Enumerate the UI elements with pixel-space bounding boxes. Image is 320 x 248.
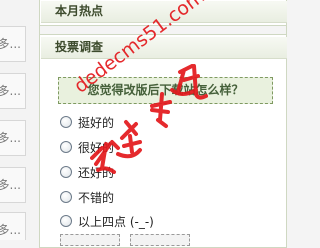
poll-option[interactable]: 还好的 bbox=[60, 163, 114, 181]
view-results-button[interactable] bbox=[130, 234, 190, 246]
poll-option-label: 以上四点 (-_-) bbox=[78, 214, 154, 229]
left-column: 多... 多... 多... 多... 多... bbox=[0, 0, 30, 240]
poll-option[interactable]: 不错的 bbox=[60, 188, 114, 206]
section-title-vote: 投票调查 bbox=[41, 37, 287, 59]
poll-option-label: 挺好的 bbox=[78, 115, 115, 130]
poll-option[interactable]: 以上四点 (-_-) bbox=[60, 212, 154, 230]
poll-buttons bbox=[60, 234, 190, 246]
poll-option[interactable]: 挺好的 bbox=[60, 113, 114, 131]
left-list-item[interactable]: 多... bbox=[0, 120, 26, 156]
radio-button[interactable] bbox=[60, 116, 72, 128]
radio-button[interactable] bbox=[60, 166, 72, 178]
left-list-item[interactable]: 多... bbox=[0, 73, 26, 109]
poll-option-label: 还好的 bbox=[78, 165, 115, 180]
radio-button[interactable] bbox=[60, 215, 72, 227]
radio-button[interactable] bbox=[60, 141, 72, 153]
poll-option-label: 不错的 bbox=[78, 190, 115, 205]
section-divider bbox=[40, 25, 286, 35]
left-list-item[interactable]: 多... bbox=[0, 167, 26, 203]
submit-button[interactable] bbox=[60, 234, 120, 246]
left-list-item[interactable]: 多... bbox=[0, 212, 26, 240]
radio-button[interactable] bbox=[60, 191, 72, 203]
left-list-item[interactable]: 多... bbox=[0, 26, 26, 62]
section-title-hot: 本月热点 bbox=[41, 1, 287, 23]
poll-question: 您觉得改版后下载站怎么样？ bbox=[58, 77, 273, 104]
poll-option[interactable]: 很好的 bbox=[60, 138, 114, 156]
poll-option-label: 很好的 bbox=[78, 140, 115, 155]
